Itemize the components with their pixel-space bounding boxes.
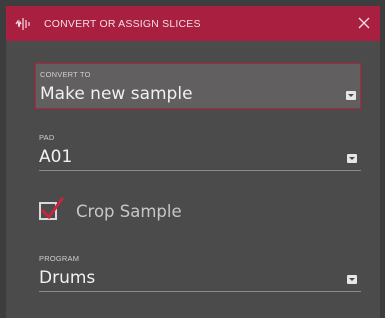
pad-value: A01 bbox=[39, 147, 73, 167]
slice-waveform-icon bbox=[14, 15, 32, 33]
program-label: PROGRAM bbox=[39, 254, 80, 263]
chevron-down-icon bbox=[347, 275, 357, 284]
pad-underline bbox=[39, 170, 361, 171]
convert-to-label: CONVERT TO bbox=[40, 70, 91, 79]
chevron-down-icon bbox=[347, 154, 357, 163]
crop-sample-toggle[interactable]: Crop Sample bbox=[39, 196, 182, 224]
convert-to-dropdown[interactable]: CONVERT TO Make new sample bbox=[35, 63, 361, 109]
dialog-title: CONVERT OR ASSIGN SLICES bbox=[44, 17, 201, 30]
convert-slices-dialog: CONVERT OR ASSIGN SLICES CONVERT TO Make… bbox=[6, 6, 380, 318]
close-icon[interactable] bbox=[356, 15, 372, 31]
dialog-titlebar: CONVERT OR ASSIGN SLICES bbox=[6, 6, 380, 41]
chevron-down-icon bbox=[346, 91, 356, 100]
crop-sample-checkbox[interactable] bbox=[39, 196, 64, 220]
program-underline bbox=[39, 291, 361, 292]
convert-to-value: Make new sample bbox=[40, 84, 193, 104]
program-value: Drums bbox=[39, 268, 96, 288]
pad-dropdown[interactable]: PAD A01 bbox=[35, 131, 361, 173]
program-dropdown[interactable]: PROGRAM Drums bbox=[35, 252, 361, 294]
pad-label: PAD bbox=[39, 133, 55, 142]
crop-sample-label: Crop Sample bbox=[76, 201, 182, 221]
